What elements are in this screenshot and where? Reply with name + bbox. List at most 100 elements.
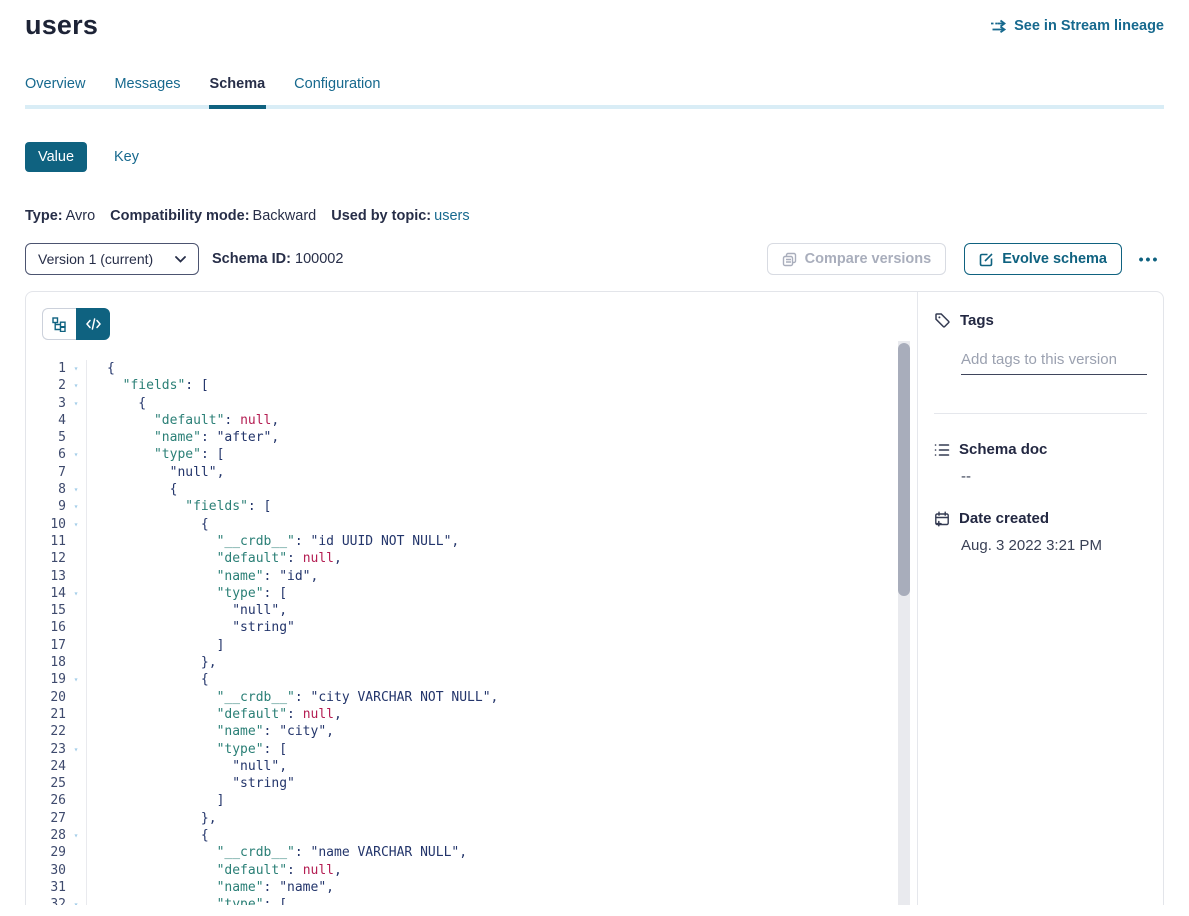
fold-toggle-icon[interactable]: ▾ [66, 827, 86, 844]
code-line-text: "type": [ [86, 446, 224, 463]
compatibility-field: Compatibility mode:Backward [110, 208, 316, 224]
code-line: 7 "null", [42, 464, 917, 481]
fold-toggle-icon[interactable]: ▾ [66, 360, 86, 377]
code-line: 28▾ { [42, 827, 917, 844]
line-number: 16 [42, 619, 66, 636]
code-line-text: "name": "after", [86, 429, 279, 446]
compatibility-value: Backward [253, 208, 317, 224]
page-title: users [25, 10, 98, 41]
code-line: 9▾ "fields": [ [42, 498, 917, 515]
code-line-text: "name": "city", [86, 723, 334, 740]
schema-id-field: Schema ID: 100002 [212, 251, 343, 267]
line-number: 15 [42, 602, 66, 619]
code-line: 23▾ "type": [ [42, 741, 917, 758]
tab-messages[interactable]: Messages [114, 76, 180, 105]
fold-spacer [66, 862, 86, 879]
code-line: 6▾ "type": [ [42, 446, 917, 463]
line-number: 18 [42, 654, 66, 671]
compatibility-label: Compatibility mode: [110, 208, 249, 224]
fold-toggle-icon[interactable]: ▾ [66, 377, 86, 394]
fold-spacer [66, 775, 86, 792]
fold-spacer [66, 810, 86, 827]
tree-view-button[interactable] [42, 308, 76, 340]
code-line-text: { [86, 516, 209, 533]
fold-toggle-icon[interactable]: ▾ [66, 741, 86, 758]
code-line: 11 "__crdb__": "id UUID NOT NULL", [42, 533, 917, 550]
line-number: 24 [42, 758, 66, 775]
tags-title: Tags [960, 312, 994, 329]
schema-doc-section: Schema doc -- [934, 441, 1147, 485]
line-number: 29 [42, 844, 66, 861]
date-created-heading: Date created [934, 510, 1147, 527]
code-line: 24 "null", [42, 758, 917, 775]
tags-input[interactable] [961, 349, 1147, 375]
code-editor[interactable]: 1▾{2▾ "fields": [3▾ {4 "default": null,5… [42, 360, 917, 905]
fold-toggle-icon[interactable]: ▾ [66, 671, 86, 688]
fold-spacer [66, 429, 86, 446]
code-line-text: "null", [86, 602, 287, 619]
date-created-title: Date created [959, 510, 1049, 527]
fold-spacer [66, 602, 86, 619]
schema-sidebar: Tags Schema doc -- [917, 292, 1163, 905]
code-view-button[interactable] [76, 308, 110, 340]
line-number: 3 [42, 395, 66, 412]
fold-spacer [66, 619, 86, 636]
code-line: 12 "default": null, [42, 550, 917, 567]
code-line: 16 "string" [42, 619, 917, 636]
fold-toggle-icon[interactable]: ▾ [66, 446, 86, 463]
code-line: 31 "name": "name", [42, 879, 917, 896]
code-line: 5 "name": "after", [42, 429, 917, 446]
tab-overview[interactable]: Overview [25, 76, 85, 105]
evolve-schema-button[interactable]: Evolve schema [964, 243, 1122, 275]
fold-toggle-icon[interactable]: ▾ [66, 516, 86, 533]
schema-code-pane: 1▾{2▾ "fields": [3▾ {4 "default": null,5… [26, 292, 917, 905]
code-line: 21 "default": null, [42, 706, 917, 723]
sidebar-divider [934, 413, 1147, 414]
code-line-text: { [86, 827, 209, 844]
evolve-schema-label: Evolve schema [1002, 251, 1107, 267]
line-number: 28 [42, 827, 66, 844]
fold-spacer [66, 654, 86, 671]
editor-scrollbar-thumb[interactable] [898, 343, 910, 596]
fold-toggle-icon[interactable]: ▾ [66, 585, 86, 602]
code-line-text: { [86, 395, 146, 412]
fold-spacer [66, 844, 86, 861]
stream-lineage-link[interactable]: See in Stream lineage [990, 18, 1164, 34]
fold-toggle-icon[interactable]: ▾ [66, 498, 86, 515]
topic-link[interactable]: users [434, 208, 469, 224]
code-line: 20 "__crdb__": "city VARCHAR NOT NULL", [42, 689, 917, 706]
code-line-text: ] [86, 792, 224, 809]
code-line-text: "string" [86, 619, 295, 636]
code-line-text: "default": null, [86, 550, 342, 567]
line-number: 10 [42, 516, 66, 533]
compare-versions-button[interactable]: Compare versions [767, 243, 947, 275]
tab-schema[interactable]: Schema [210, 76, 266, 105]
tab-bar: Overview Messages Schema Configuration [25, 76, 1164, 109]
code-line: 1▾{ [42, 360, 917, 377]
line-number: 2 [42, 377, 66, 394]
code-line: 30 "default": null, [42, 862, 917, 879]
fold-toggle-icon[interactable]: ▾ [66, 481, 86, 498]
code-line-text: }, [86, 654, 217, 671]
code-line: 18 }, [42, 654, 917, 671]
stream-lineage-icon [990, 19, 1007, 33]
calendar-add-icon [934, 511, 950, 527]
code-line-text: "__crdb__": "city VARCHAR NOT NULL", [86, 689, 498, 706]
type-value: Avro [66, 208, 96, 224]
code-line-text: "null", [86, 758, 287, 775]
fold-toggle-icon[interactable]: ▾ [66, 896, 86, 905]
tab-configuration[interactable]: Configuration [294, 76, 380, 105]
fold-spacer [66, 758, 86, 775]
type-label: Type: [25, 208, 63, 224]
fold-toggle-icon[interactable]: ▾ [66, 395, 86, 412]
value-toggle-button[interactable]: Value [25, 142, 87, 172]
more-options-button[interactable]: ••• [1134, 243, 1164, 275]
schema-id-label: Schema ID: [212, 251, 291, 267]
line-number: 25 [42, 775, 66, 792]
code-line: 10▾ { [42, 516, 917, 533]
fold-spacer [66, 689, 86, 706]
version-select[interactable]: Version 1 (current) [25, 243, 199, 275]
schema-doc-value: -- [961, 468, 1147, 485]
key-toggle-link[interactable]: Key [114, 149, 139, 165]
editor-scrollbar[interactable] [898, 341, 910, 905]
